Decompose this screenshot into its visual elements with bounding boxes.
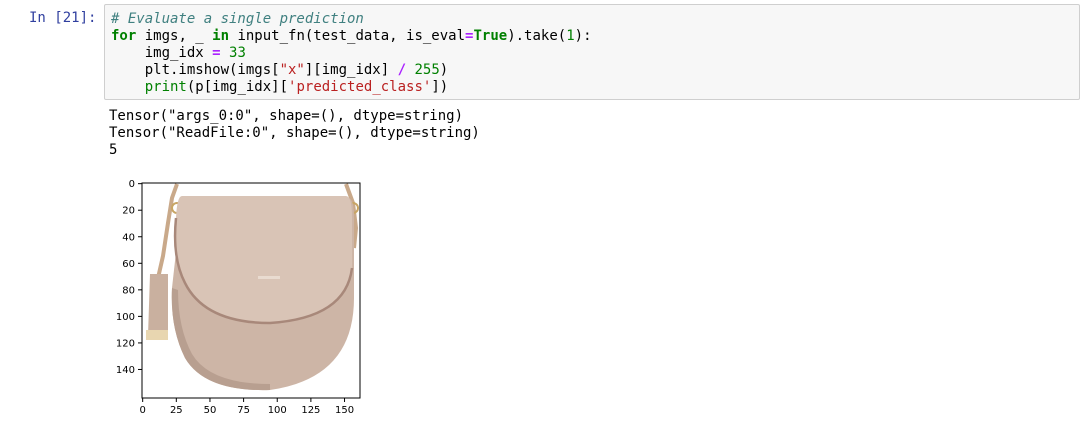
y-axis: 0 20 40 60 80 100 120 140 — [116, 179, 142, 376]
x-tick-label: 100 — [268, 405, 287, 416]
y-tick-label: 140 — [116, 365, 135, 376]
code-token: img_idx — [111, 45, 213, 61]
y-tick-label: 20 — [122, 206, 135, 217]
code-token: True — [473, 28, 508, 44]
code-token: imgs, _ — [136, 28, 213, 44]
code-line: print(p[img_idx]['predicted_class']) — [111, 79, 1079, 96]
x-tick-label: 25 — [170, 405, 183, 416]
x-tick-label: 0 — [139, 405, 145, 416]
code-line: # Evaluate a single prediction — [111, 11, 1079, 28]
output-line: Tensor("ReadFile:0", shape=(), dtype=str… — [109, 125, 480, 141]
code-token: ][img_idx] — [304, 62, 398, 78]
x-tick-label: 125 — [301, 405, 320, 416]
code-token: = — [212, 45, 221, 61]
code-token: ]) — [431, 79, 449, 95]
y-tick-label: 60 — [122, 259, 135, 270]
code-token: 'predicted_class' — [288, 79, 432, 95]
code-input-area[interactable]: # Evaluate a single prediction for imgs, … — [104, 4, 1080, 100]
code-token: ) — [439, 62, 449, 78]
x-tick-label: 50 — [204, 405, 217, 416]
code-token: 33 — [229, 45, 246, 61]
code-line: plt.imshow(imgs["x"][img_idx] / 255) — [111, 62, 1079, 79]
cell-prompt: In [21]: — [29, 10, 97, 26]
y-tick-label: 80 — [122, 285, 135, 296]
code-token: 1 — [566, 28, 575, 44]
output-line: Tensor("args_0:0", shape=(), dtype=strin… — [109, 108, 464, 124]
cell-output: Tensor("args_0:0", shape=(), dtype=strin… — [109, 108, 1069, 159]
code-token: # Evaluate a single prediction — [111, 11, 364, 27]
code-token: in — [212, 28, 230, 44]
code-token: "x" — [279, 62, 305, 78]
x-tick-label: 75 — [237, 405, 250, 416]
x-axis: 0 25 50 75 100 125 150 — [139, 398, 354, 416]
y-tick-label: 40 — [122, 232, 135, 243]
code-token: plt.imshow(imgs[ — [111, 62, 280, 78]
code-token: / — [397, 62, 407, 78]
y-tick-label: 120 — [116, 338, 135, 349]
code-token: print — [144, 79, 187, 95]
y-tick-label: 100 — [116, 312, 135, 323]
imshow-figure: 0 20 40 60 80 100 120 140 0 25 50 75 100 125 150 — [116, 179, 361, 416]
y-tick-label: 0 — [129, 179, 135, 190]
code-token: (p[img_idx][ — [186, 79, 289, 95]
output-line: 5 — [109, 142, 118, 158]
imshow-plot: 0 20 40 60 80 100 120 140 0 25 50 75 100 125 150 — [110, 178, 370, 423]
code-line: img_idx = 33 — [111, 45, 1079, 62]
x-tick-label: 150 — [335, 405, 354, 416]
code-token: for — [111, 28, 137, 44]
code-line: for imgs, _ in input_fn(test_data, is_ev… — [111, 28, 1079, 45]
code-token: ): — [574, 28, 592, 44]
code-token: input_fn(test_data, is_eval — [229, 28, 466, 44]
code-token: 255 — [414, 62, 440, 78]
code-token: ).take( — [507, 28, 567, 44]
